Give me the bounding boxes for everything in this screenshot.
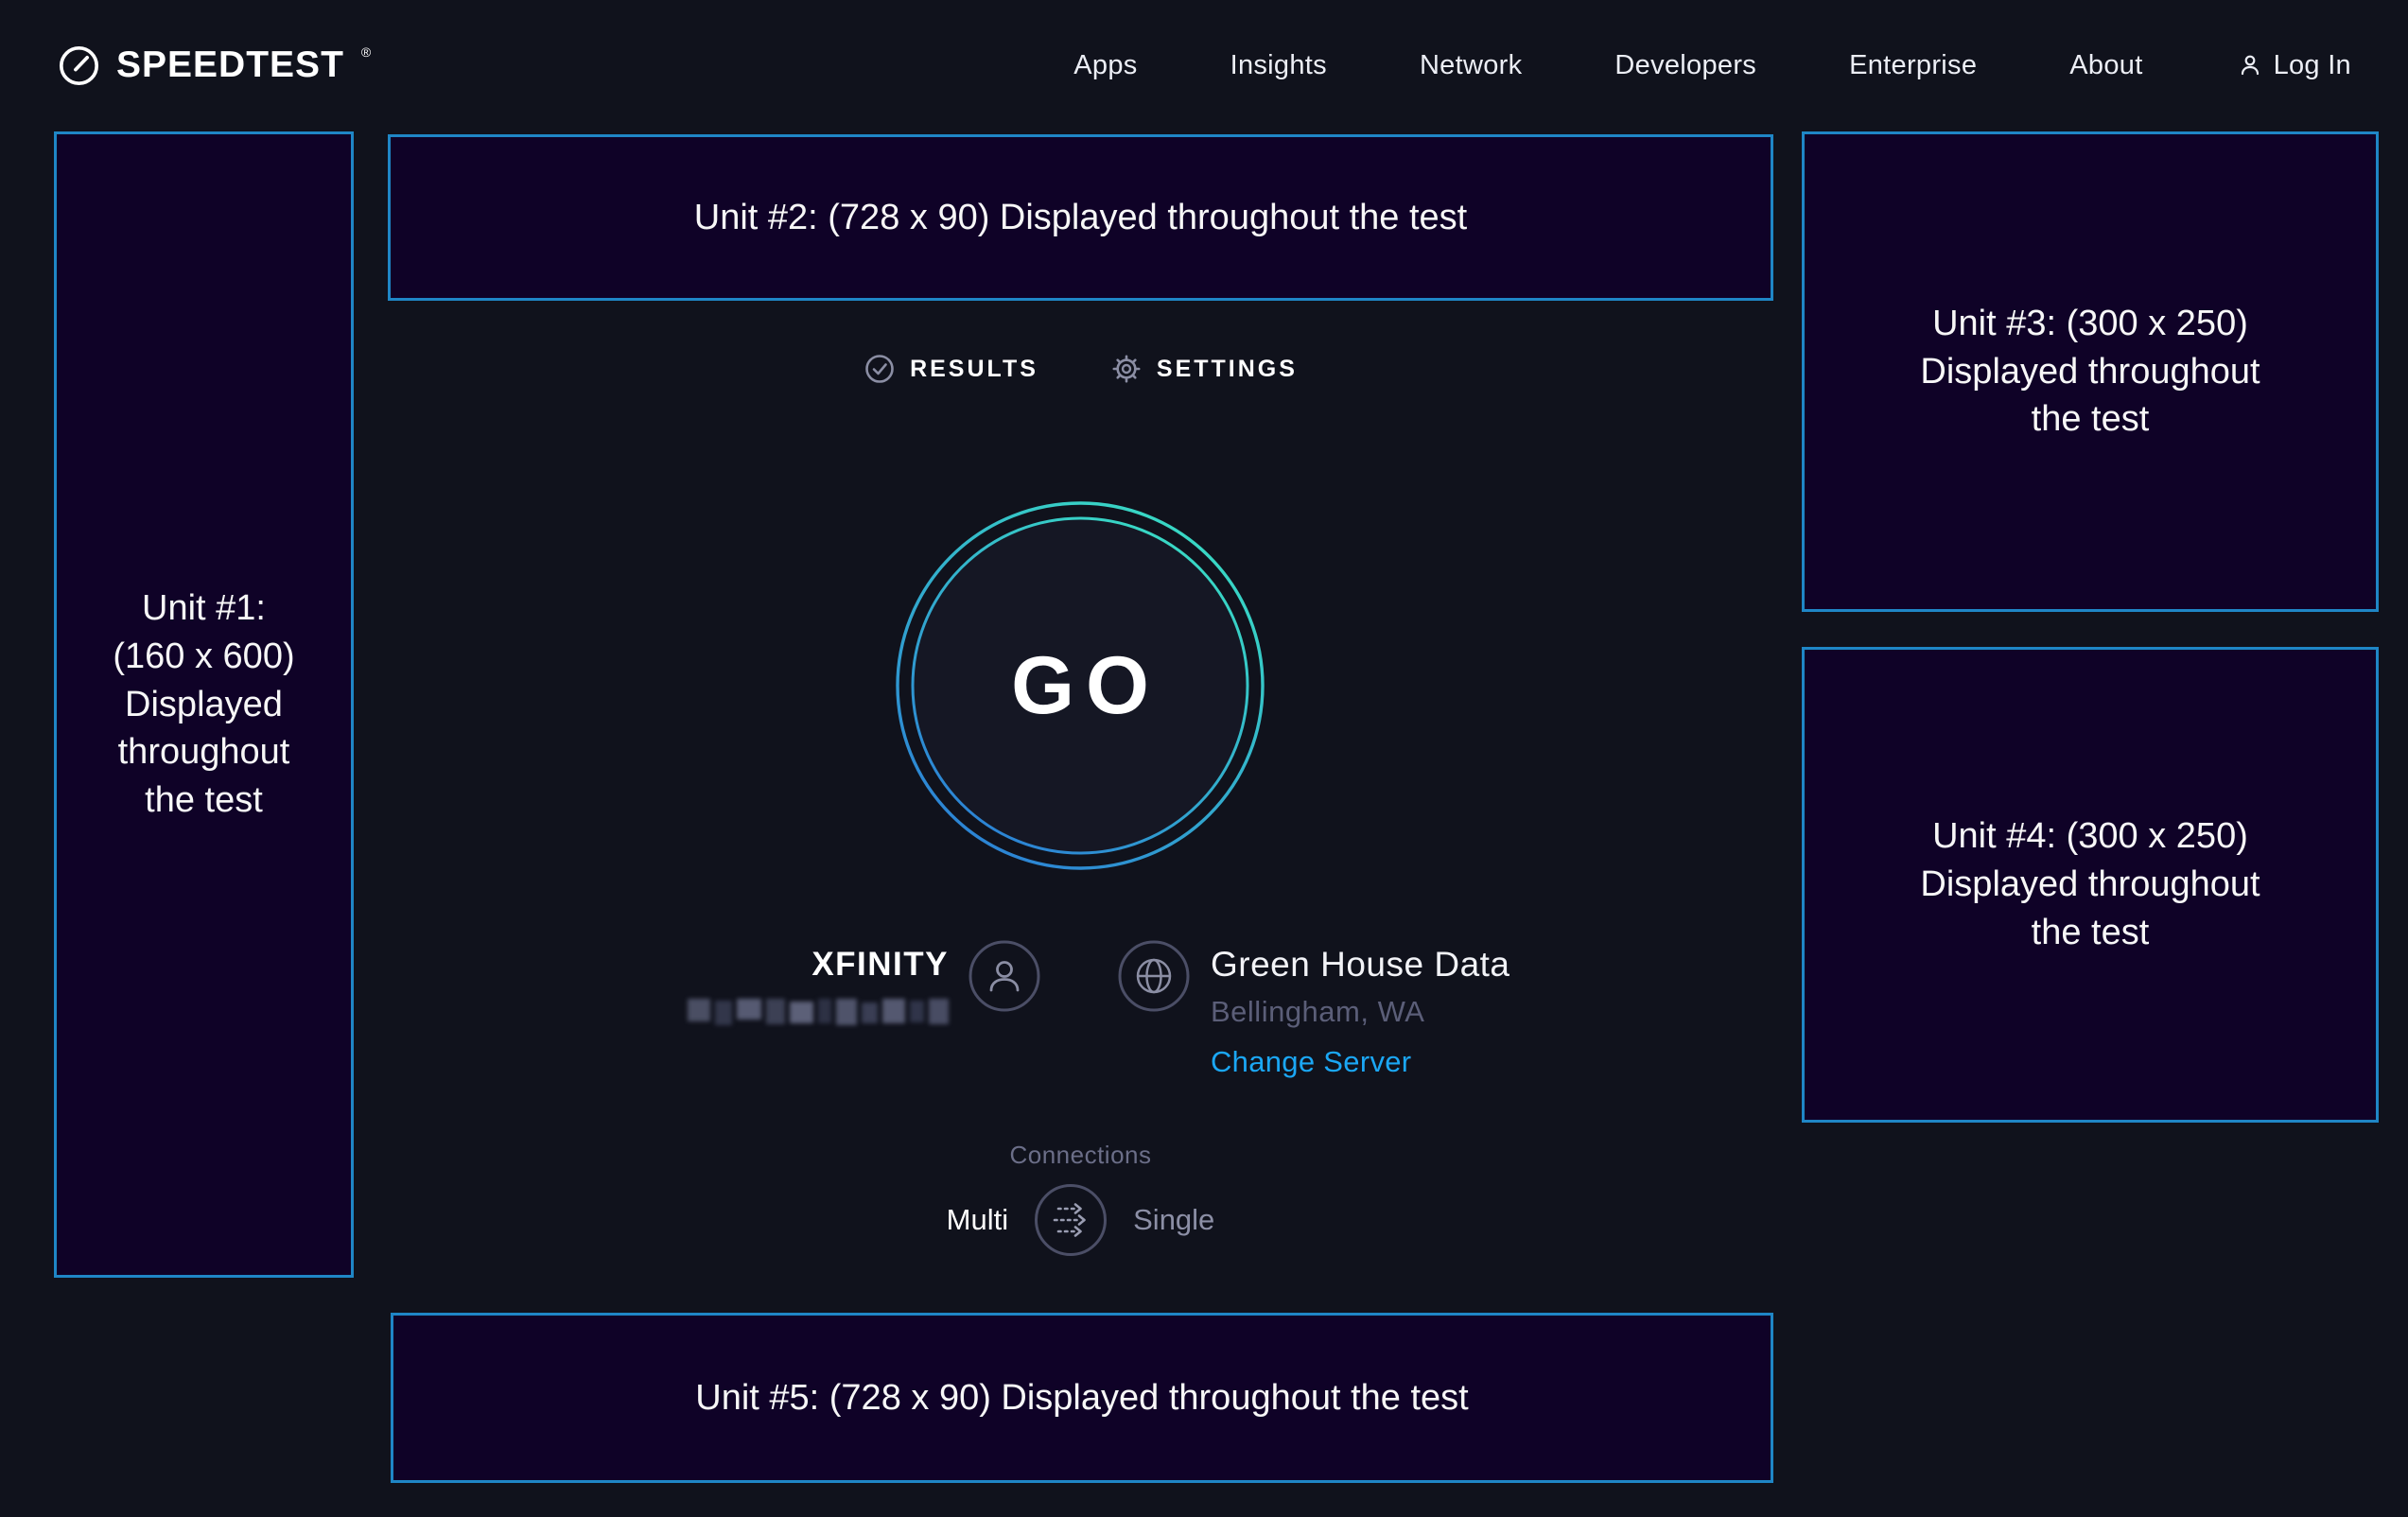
nav-links: Apps Insights Network Developers Enterpr… [1073, 50, 2351, 81]
server-location: Bellingham, WA [1211, 995, 1510, 1029]
login-label: Log In [2274, 50, 2351, 81]
speedtest-gauge-icon [57, 44, 101, 88]
nav-item-about[interactable]: About [2069, 50, 2142, 81]
connections-row: Multi Single [388, 1180, 1773, 1260]
isp-block: XFINITY [551, 946, 949, 1025]
ad-unit-2[interactable]: Unit #2: (728 x 90) Displayed throughout… [388, 134, 1773, 301]
top-navbar: SPEEDTEST ® Apps Insights Network Develo… [0, 0, 2408, 131]
nav-item-login[interactable]: Log In [2236, 50, 2351, 81]
multi-connections-arrows-icon [1033, 1182, 1108, 1258]
ad-unit-1-text: Unit #1: (160 x 600) Displayed throughou… [113, 584, 294, 826]
ad-unit-3[interactable]: Unit #3: (300 x 250) Displayed throughou… [1802, 131, 2379, 612]
nav-item-apps[interactable]: Apps [1073, 50, 1137, 81]
ad-unit-5[interactable]: Unit #5: (728 x 90) Displayed throughout… [391, 1313, 1773, 1483]
gear-icon [1110, 353, 1143, 385]
nav-item-network[interactable]: Network [1420, 50, 1522, 81]
nav-item-insights[interactable]: Insights [1230, 50, 1327, 81]
go-button-label: GO [893, 498, 1267, 873]
brand-trademark: ® [361, 44, 371, 60]
server-block: Green House Data Bellingham, WA Change S… [1211, 944, 1510, 1079]
server-name: Green House Data [1211, 944, 1510, 985]
isp-ip-redacted [688, 999, 949, 1025]
brand-name: SPEEDTEST [116, 44, 344, 86]
isp-avatar-icon [968, 939, 1041, 1013]
change-server-link[interactable]: Change Server [1211, 1045, 1411, 1079]
view-tabs: RESULTS SETTINGS [388, 346, 1773, 392]
speedtest-page: SPEEDTEST ® Apps Insights Network Develo… [0, 0, 2408, 1517]
tab-settings-label: SETTINGS [1157, 356, 1298, 383]
tab-settings[interactable]: SETTINGS [1110, 353, 1298, 385]
check-circle-icon [864, 353, 896, 385]
ad-unit-1[interactable]: Unit #1: (160 x 600) Displayed throughou… [54, 131, 354, 1278]
nav-item-developers[interactable]: Developers [1614, 50, 1756, 81]
connections-multi-option[interactable]: Multi [947, 1203, 1008, 1237]
tab-results-label: RESULTS [910, 356, 1038, 383]
go-button[interactable]: GO [893, 498, 1267, 873]
tab-results[interactable]: RESULTS [864, 353, 1038, 385]
nav-item-enterprise[interactable]: Enterprise [1849, 50, 1977, 81]
connections-label: Connections [388, 1141, 1773, 1170]
ad-unit-5-text: Unit #5: (728 x 90) Displayed throughout… [695, 1374, 1468, 1422]
connections-toggle[interactable] [1033, 1182, 1108, 1258]
ad-unit-2-text: Unit #2: (728 x 90) Displayed throughout… [694, 194, 1467, 242]
ad-unit-4[interactable]: Unit #4: (300 x 250) Displayed throughou… [1802, 647, 2379, 1123]
isp-name: XFINITY [811, 946, 949, 984]
ad-unit-4-text: Unit #4: (300 x 250) Displayed throughou… [1920, 812, 2260, 957]
user-icon [2236, 51, 2264, 79]
ad-unit-3-text: Unit #3: (300 x 250) Displayed throughou… [1920, 300, 2260, 445]
brand-logo[interactable]: SPEEDTEST ® [57, 44, 369, 88]
connections-single-option[interactable]: Single [1133, 1203, 1214, 1237]
server-globe-icon [1117, 939, 1191, 1013]
